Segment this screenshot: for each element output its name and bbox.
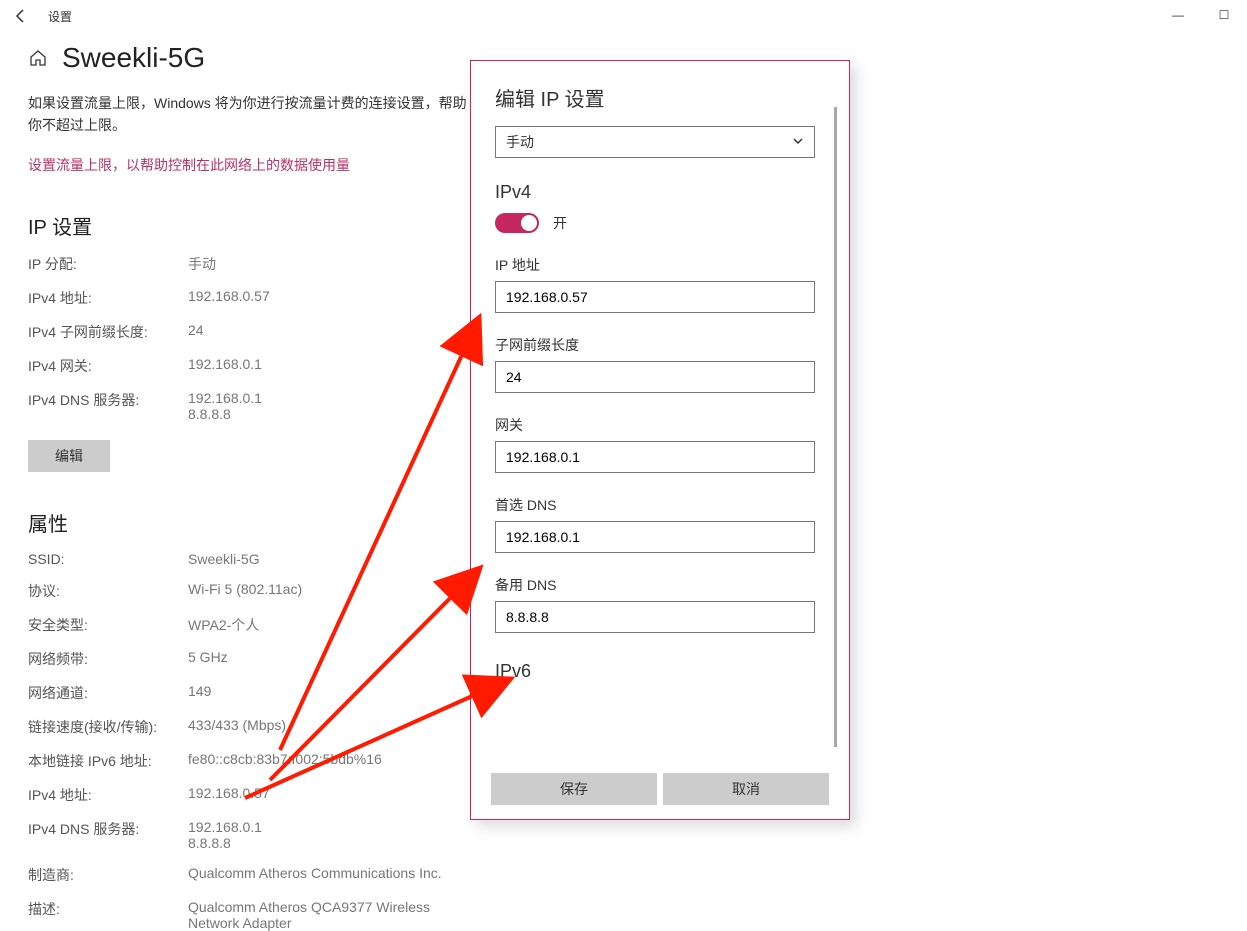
ssid-label: SSID:	[28, 551, 188, 567]
desc-label: 描述:	[28, 899, 188, 931]
band-value: 5 GHz	[188, 649, 228, 669]
prefix-length-input[interactable]	[495, 361, 815, 393]
page-title: Sweekli-5G	[62, 42, 205, 74]
home-icon[interactable]	[28, 48, 48, 68]
chan-label: 网络通道:	[28, 683, 188, 703]
sec-label: 安全类型:	[28, 615, 188, 635]
ipv4d-value1: 192.168.0.1	[188, 819, 262, 835]
scrollbar[interactable]	[834, 107, 837, 747]
ipv6-heading: IPv6	[495, 661, 825, 682]
band-label: 网络频带:	[28, 649, 188, 669]
cancel-button[interactable]: 取消	[663, 773, 829, 805]
mfr-value: Qualcomm Atheros Communications Inc.	[188, 865, 442, 885]
alt-dns-input[interactable]	[495, 601, 815, 633]
save-button[interactable]: 保存	[491, 773, 657, 805]
desc-value: Qualcomm Atheros QCA9377 Wireless Networ…	[188, 899, 448, 931]
ip-mode-select[interactable]: 手动	[495, 126, 815, 158]
ip-assign-label: IP 分配:	[28, 254, 188, 274]
edit-ip-dialog: 编辑 IP 设置 手动 IPv4 开 IP 地址 子网前缀长度 网关 首选 DN…	[470, 60, 850, 820]
edit-button[interactable]: 编辑	[28, 440, 110, 472]
prefix-length-label: 子网前缀长度	[495, 335, 825, 355]
ipv4-toggle[interactable]	[495, 213, 539, 233]
ip-assign-value: 手动	[188, 254, 216, 274]
proto-value: Wi-Fi 5 (802.11ac)	[188, 581, 302, 601]
ipv4-dns-label: IPv4 DNS 服务器:	[28, 390, 188, 422]
ipv4-gateway-label: IPv4 网关:	[28, 356, 188, 376]
ipv4-gateway-value: 192.168.0.1	[188, 356, 262, 376]
primary-dns-label: 首选 DNS	[495, 495, 825, 515]
ip-address-input[interactable]	[495, 281, 815, 313]
dialog-title: 编辑 IP 设置	[495, 83, 825, 112]
ipv6-value: fe80::c8cb:83b7:f002:5bdb%16	[188, 751, 382, 771]
back-button[interactable]	[6, 1, 36, 31]
ipv4-toggle-label: 开	[553, 213, 567, 233]
gateway-label: 网关	[495, 415, 825, 435]
speed-value: 433/433 (Mbps)	[188, 717, 286, 737]
ipv4d-value2: 8.8.8.8	[188, 835, 231, 851]
help-text: 如果设置流量上限，Windows 将为你进行按流量计费的连接设置，帮助你不超过上…	[28, 92, 468, 137]
maximize-button[interactable]: ☐	[1201, 0, 1247, 30]
ipv4a-label: IPv4 地址:	[28, 785, 188, 805]
primary-dns-input[interactable]	[495, 521, 815, 553]
ssid-value: Sweekli-5G	[188, 551, 260, 567]
title-bar: 设置 — ☐	[0, 0, 1247, 32]
gateway-input[interactable]	[495, 441, 815, 473]
ipv4-addr-label: IPv4 地址:	[28, 288, 188, 308]
minimize-button[interactable]: —	[1155, 0, 1201, 30]
ip-mode-value: 手动	[506, 132, 534, 152]
speed-label: 链接速度(接收/传输):	[28, 717, 188, 737]
proto-label: 协议:	[28, 581, 188, 601]
chan-value: 149	[188, 683, 211, 703]
ipv4-addr-value: 192.168.0.57	[188, 288, 270, 308]
data-limit-link[interactable]: 设置流量上限，以帮助控制在此网络上的数据使用量	[28, 155, 350, 175]
ipv4-heading: IPv4	[495, 182, 825, 203]
ip-address-label: IP 地址	[495, 255, 825, 275]
window-title: 设置	[48, 8, 72, 25]
ipv4d-label: IPv4 DNS 服务器:	[28, 819, 188, 851]
ipv4-dns-value1: 192.168.0.1	[188, 390, 262, 406]
ipv4-prefix-value: 24	[188, 322, 204, 342]
ipv6-label: 本地链接 IPv6 地址:	[28, 751, 188, 771]
ipv4-dns-value2: 8.8.8.8	[188, 406, 231, 422]
ipv4-prefix-label: IPv4 子网前缀长度:	[28, 322, 188, 342]
alt-dns-label: 备用 DNS	[495, 575, 825, 595]
chevron-down-icon	[792, 134, 804, 150]
sec-value: WPA2-个人	[188, 615, 259, 635]
ipv4a-value: 192.168.0.57	[188, 785, 270, 805]
mfr-label: 制造商:	[28, 865, 188, 885]
